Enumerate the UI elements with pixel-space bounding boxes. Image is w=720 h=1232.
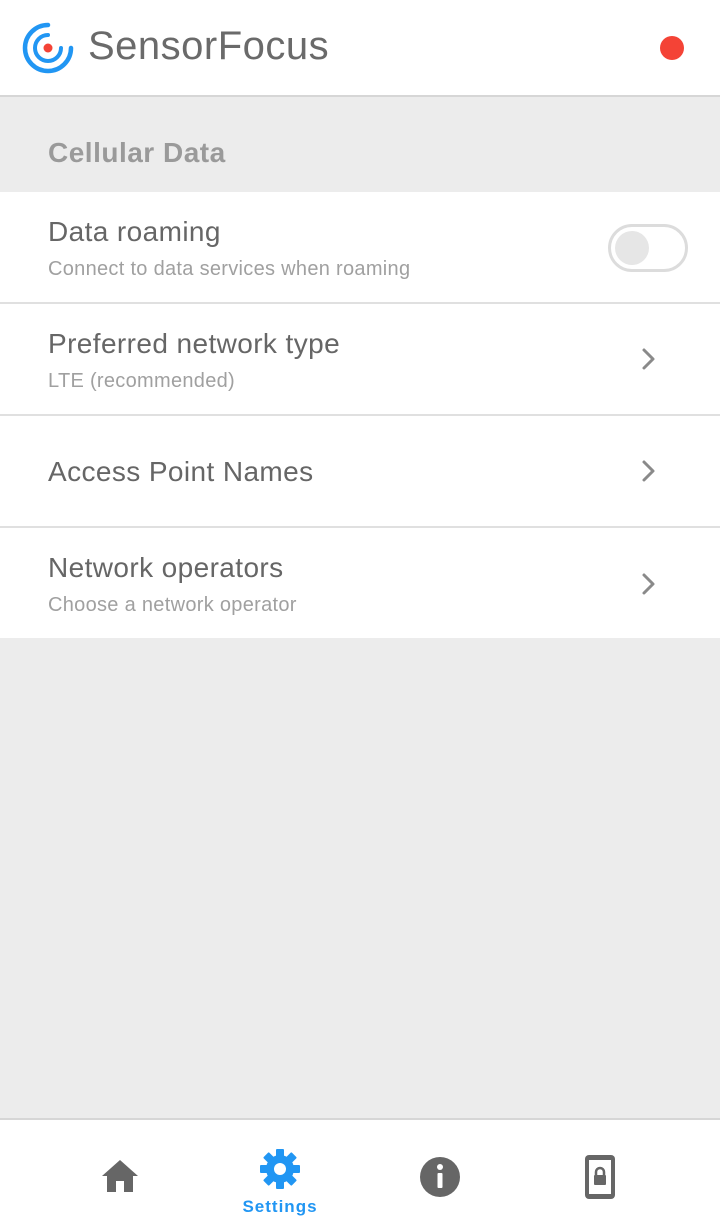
toggle-knob [615,231,649,265]
target-logo-icon [22,22,74,74]
setting-access-point-names[interactable]: Access Point Names [0,416,720,528]
info-icon [420,1157,460,1197]
phone-lock-icon [585,1155,615,1199]
setting-title: Network operators [48,552,284,583]
setting-title: Data roaming [48,216,221,247]
setting-network-operators[interactable]: Network operators Choose a network opera… [0,528,720,638]
bottom-navigation: Settings [0,1118,720,1232]
chevron-right-icon [642,460,655,482]
chevron-right-icon [642,573,655,595]
home-icon [102,1160,138,1192]
data-roaming-toggle[interactable] [608,224,688,272]
setting-subtitle: Choose a network operator [48,594,297,616]
gear-icon [260,1149,300,1189]
app-title: SensorFocus [88,24,330,68]
nav-info[interactable] [350,1120,530,1232]
section-title: Cellular Data [48,137,226,168]
nav-device-lock[interactable] [510,1120,690,1232]
chevron-right-icon [642,348,655,370]
setting-subtitle: Connect to data services when roaming [48,258,411,280]
nav-home[interactable] [30,1120,210,1232]
setting-data-roaming[interactable]: Data roaming Connect to data services wh… [0,192,720,304]
app-header: SensorFocus [0,0,720,97]
setting-preferred-network-type[interactable]: Preferred network type LTE (recommended) [0,304,720,416]
setting-title: Access Point Names [48,456,314,487]
nav-label-settings: Settings [242,1197,318,1216]
section-header: Cellular Data [0,97,720,192]
nav-settings[interactable]: Settings [190,1120,370,1232]
setting-title: Preferred network type [48,328,341,359]
setting-subtitle: LTE (recommended) [48,370,236,392]
status-indicator [660,36,684,60]
